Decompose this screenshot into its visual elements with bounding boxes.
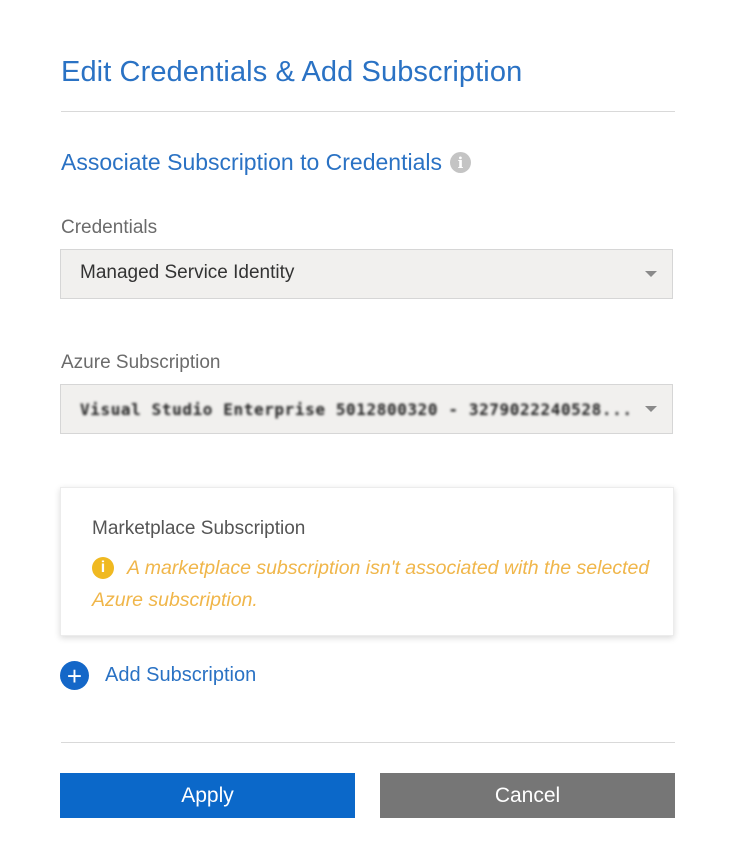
credentials-dropdown[interactable]: Managed Service Identity [60, 249, 673, 299]
azure-subscription-selected-value: Visual Studio Enterprise 5012800320 - 32… [80, 400, 633, 419]
apply-button[interactable]: Apply [60, 773, 355, 818]
chevron-down-icon [645, 271, 657, 277]
chevron-down-icon [645, 406, 657, 412]
marketplace-warning-text: A marketplace subscription isn't associa… [92, 557, 650, 611]
azure-subscription-dropdown[interactable]: Visual Studio Enterprise 5012800320 - 32… [60, 384, 673, 434]
cancel-button[interactable]: Cancel [380, 773, 675, 818]
edit-credentials-dialog: Edit Credentials & Add Subscription Asso… [0, 0, 734, 849]
section-title: Associate Subscription to Credentials i [61, 149, 471, 176]
marketplace-subscription-title: Marketplace Subscription [92, 518, 306, 539]
plus-icon: + [60, 661, 89, 690]
credentials-selected-value: Managed Service Identity [80, 262, 295, 283]
section-title-text: Associate Subscription to Credentials [61, 149, 442, 175]
add-subscription-label: Add Subscription [105, 664, 257, 686]
marketplace-subscription-card: Marketplace Subscription i A marketplace… [60, 487, 674, 636]
azure-subscription-label: Azure Subscription [61, 352, 221, 373]
dialog-title: Edit Credentials & Add Subscription [61, 56, 523, 88]
info-icon[interactable]: i [449, 152, 471, 173]
credentials-label: Credentials [61, 217, 158, 238]
add-subscription-link[interactable]: + Add Subscription [60, 661, 256, 690]
header-divider [61, 111, 675, 112]
footer-divider [61, 742, 675, 743]
